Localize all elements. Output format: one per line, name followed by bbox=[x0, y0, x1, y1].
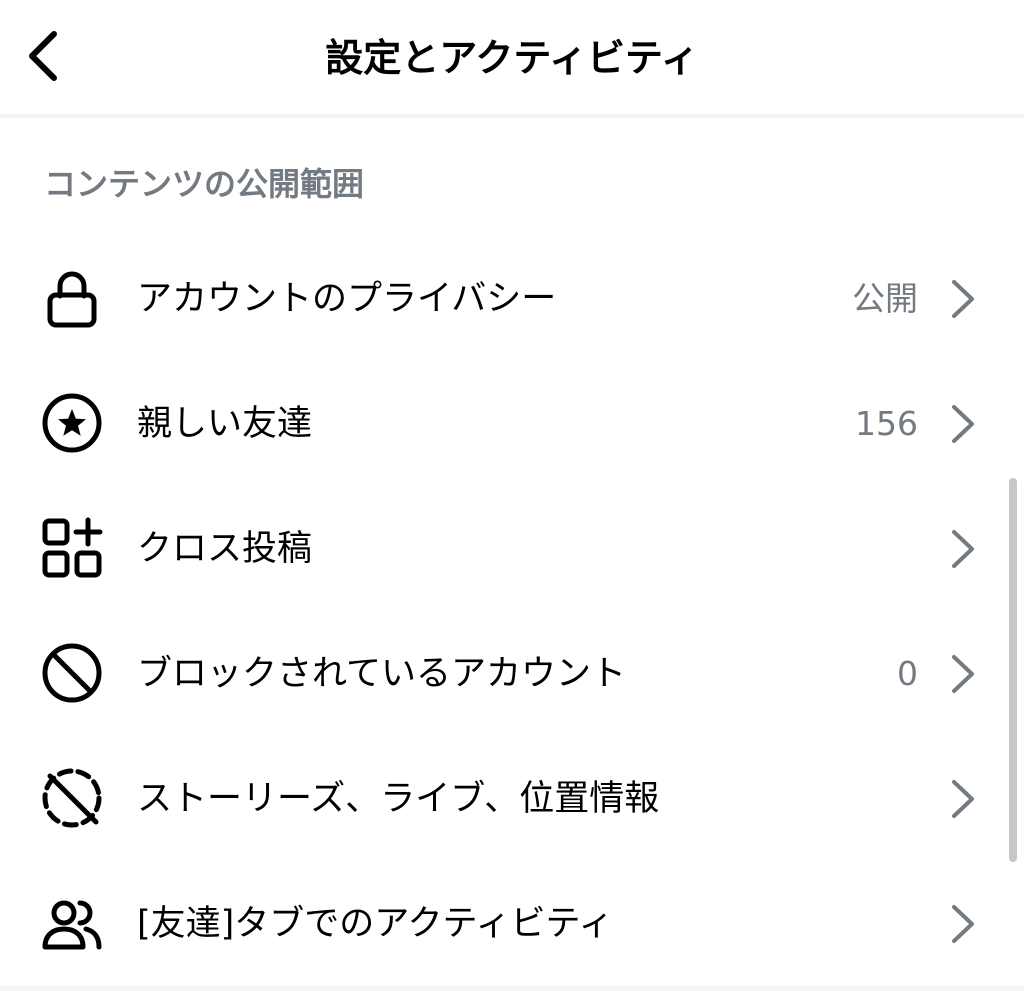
header-divider bbox=[0, 114, 1024, 118]
section-title: コンテンツの公開範囲 bbox=[44, 165, 365, 203]
star-circle-icon bbox=[40, 391, 104, 455]
friends-icon bbox=[40, 891, 104, 955]
page-title: 設定とアクティビティ bbox=[325, 36, 699, 80]
chevron-right-icon bbox=[944, 276, 980, 322]
row-label: ブロックされているアカウント bbox=[137, 654, 626, 694]
row-label: ストーリーズ、ライブ、位置情報 bbox=[137, 779, 660, 819]
chevron-right-icon bbox=[944, 901, 980, 947]
stories-live-location-row[interactable]: ストーリーズ、ライブ、位置情報 bbox=[0, 736, 1024, 861]
row-value: 156 bbox=[855, 404, 918, 443]
chevron-right-icon bbox=[944, 401, 980, 447]
chevron-right-icon bbox=[944, 526, 980, 572]
row-label: クロス投稿 bbox=[137, 529, 313, 569]
row-value: 0 bbox=[897, 654, 918, 693]
row-value: 公開 bbox=[852, 279, 918, 318]
friends-tab-activity-row[interactable]: [友達]タブでのアクティビティ bbox=[0, 861, 1024, 986]
header: 設定とアクティビティ bbox=[0, 0, 1024, 116]
row-label: アカウントのプライバシー bbox=[137, 279, 557, 319]
grid-add-icon bbox=[40, 516, 104, 580]
account-privacy-row[interactable]: アカウントのプライバシー 公開 bbox=[0, 236, 1024, 361]
story-off-icon bbox=[40, 766, 104, 830]
row-label: 親しい友達 bbox=[137, 404, 313, 444]
blocked-accounts-row[interactable]: ブロックされているアカウント 0 bbox=[0, 611, 1024, 736]
scrollbar[interactable] bbox=[1009, 478, 1017, 862]
bottom-divider bbox=[0, 986, 1024, 991]
settings-list: アカウントのプライバシー 公開 親しい友達 156 クロス投稿 ブロックされてい… bbox=[0, 236, 1024, 986]
lock-icon bbox=[40, 266, 104, 330]
close-friends-row[interactable]: 親しい友達 156 bbox=[0, 361, 1024, 486]
cross-posting-row[interactable]: クロス投稿 bbox=[0, 486, 1024, 611]
row-label: [友達]タブでのアクティビティ bbox=[137, 904, 614, 944]
block-icon bbox=[40, 641, 104, 705]
chevron-right-icon bbox=[944, 776, 980, 822]
chevron-right-icon bbox=[944, 651, 980, 697]
